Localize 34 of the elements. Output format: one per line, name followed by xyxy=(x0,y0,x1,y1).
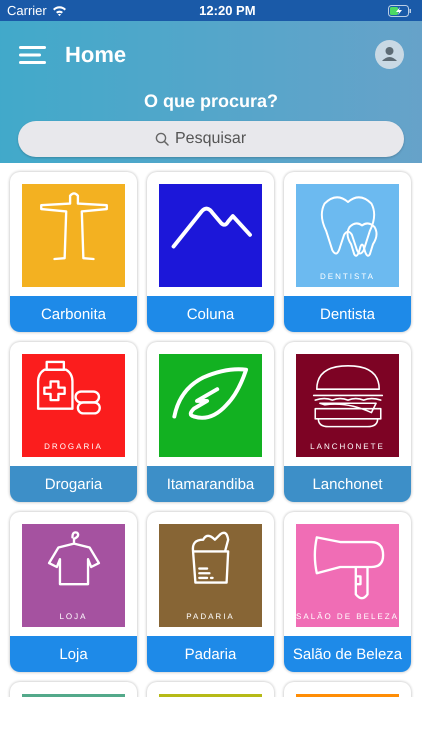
carrier-label: Carrier xyxy=(7,3,47,18)
category-card[interactable]: DENTISTA Dentista xyxy=(284,172,411,332)
category-card[interactable]: LANCHONETE Lanchonet xyxy=(284,342,411,502)
image-caption: SALÃO DE BELEZA xyxy=(296,612,399,621)
category-label: Lanchonet xyxy=(284,466,411,502)
search-prompt: O que procura? xyxy=(142,91,279,112)
page-title: Home xyxy=(65,42,126,68)
image-caption: DENTISTA xyxy=(320,272,375,281)
category-label: Drogaria xyxy=(10,466,137,502)
search-icon xyxy=(155,132,169,146)
category-card[interactable]: Carbonita xyxy=(10,172,137,332)
wifi-icon xyxy=(52,5,67,16)
category-label: Padaria xyxy=(147,636,274,672)
image-caption: LOJA xyxy=(59,612,88,621)
category-card[interactable]: PADARIA Padaria xyxy=(147,512,274,672)
image-caption: PADARIA xyxy=(186,612,235,621)
category-label: Dentista xyxy=(284,296,411,332)
menu-icon[interactable] xyxy=(19,46,46,64)
avatar-icon[interactable] xyxy=(375,40,404,69)
category-card[interactable]: Itamarandiba xyxy=(147,342,274,502)
category-card[interactable]: Coluna xyxy=(147,172,274,332)
clock-time: 12:20 PM xyxy=(199,3,256,18)
category-label: Salão de Beleza xyxy=(284,636,411,672)
image-caption: LANCHONETE xyxy=(310,442,385,451)
category-label: Loja xyxy=(10,636,137,672)
category-label: Coluna xyxy=(147,296,274,332)
category-label: Carbonita xyxy=(10,296,137,332)
category-card[interactable]: SALÃO DE BELEZA Salão de Beleza xyxy=(284,512,411,672)
battery-icon xyxy=(388,4,412,16)
search-field[interactable]: Pesquisar xyxy=(18,121,404,157)
category-card[interactable]: DROGARIA Drogaria xyxy=(10,342,137,502)
image-caption: DROGARIA xyxy=(44,442,103,451)
category-card[interactable]: LOJA Loja xyxy=(10,512,137,672)
category-label: Itamarandiba xyxy=(147,466,274,502)
